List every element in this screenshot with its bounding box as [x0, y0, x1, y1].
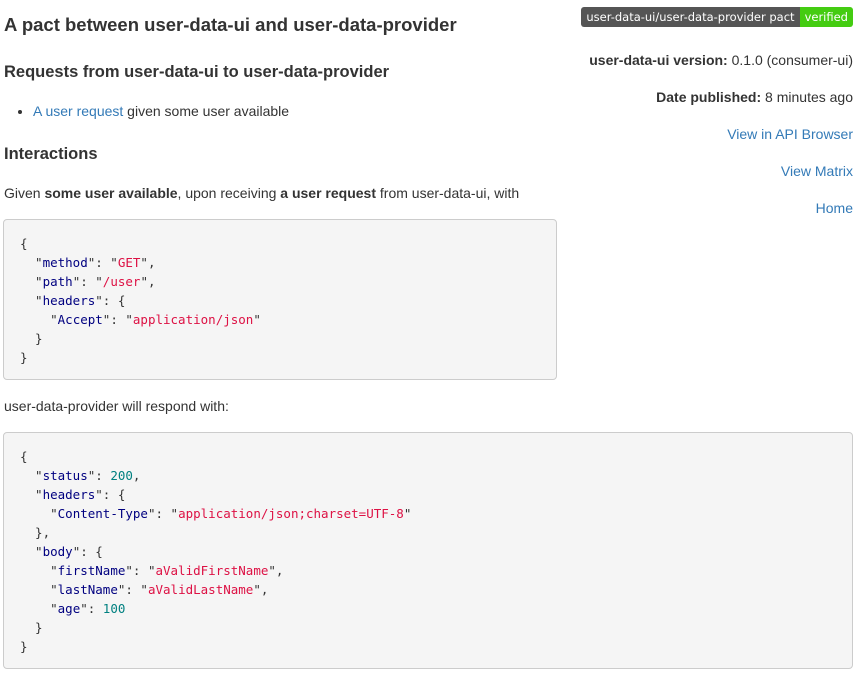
- json-key: path: [42, 274, 73, 289]
- response-first-name: aValidFirstName: [155, 563, 269, 578]
- given-mid: , upon receiving: [177, 185, 277, 201]
- response-content-type: application/json;charset=UTF-8: [178, 506, 404, 521]
- date-published-value: 8 minutes ago: [765, 89, 853, 105]
- consumer-version-value: 0.1.0 (consumer-ui): [731, 52, 853, 68]
- request-link[interactable]: A user request: [33, 103, 123, 119]
- consumer-version: user-data-ui version: 0.1.0 (consumer-ui…: [589, 52, 853, 68]
- date-published: Date published: 8 minutes ago: [656, 89, 853, 105]
- badge-pact-label: user-data-ui/user-data-provider pact: [581, 7, 800, 27]
- response-code-block: { "status": 200, "headers": { "Content-T…: [3, 432, 853, 669]
- response-last-name: aValidLastName: [147, 582, 254, 597]
- requests-heading: Requests from user-data-ui to user-data-…: [4, 63, 390, 81]
- verification-badge[interactable]: user-data-ui/user-data-provider pact ver…: [581, 7, 853, 27]
- requests-list: A user request given some user available: [0, 102, 289, 120]
- given-suffix: from user-data-ui, with: [379, 185, 520, 201]
- request-state: given some user available: [127, 103, 290, 119]
- json-key: firstName: [57, 563, 126, 578]
- json-key: lastName: [57, 582, 118, 597]
- json-key: method: [42, 255, 88, 270]
- page-title: A pact between user-data-ui and user-dat…: [4, 14, 457, 35]
- response-age: 100: [102, 601, 126, 616]
- interactions-heading: Interactions: [4, 145, 98, 163]
- request-method: GET: [117, 255, 141, 270]
- request-path: /user: [102, 274, 141, 289]
- json-key: age: [57, 601, 81, 616]
- response-status: 200: [110, 468, 133, 483]
- json-key: headers: [42, 293, 96, 308]
- json-key: status: [42, 468, 88, 483]
- provider-state: some user available: [44, 185, 178, 201]
- date-published-label: Date published:: [656, 89, 762, 105]
- json-key: body: [42, 544, 73, 559]
- json-key: headers: [42, 487, 96, 502]
- given-prefix: Given: [4, 185, 41, 201]
- list-item: A user request given some user available: [33, 102, 289, 120]
- response-intro: user-data-provider will respond with:: [4, 398, 229, 414]
- interaction-description: Given some user available, upon receivin…: [4, 185, 519, 201]
- view-matrix-link[interactable]: View Matrix: [781, 163, 853, 179]
- api-browser-link[interactable]: View in API Browser: [727, 126, 853, 142]
- badge-status: verified: [799, 7, 853, 27]
- json-key: Content-Type: [57, 506, 148, 521]
- request-accept: application/json: [132, 312, 254, 327]
- interaction-name: a user request: [280, 185, 376, 201]
- json-key: Accept: [57, 312, 103, 327]
- home-link[interactable]: Home: [816, 200, 853, 216]
- consumer-version-label: user-data-ui version:: [589, 52, 728, 68]
- request-code-block: { "method": "GET", "path": "/user", "hea…: [3, 219, 557, 380]
